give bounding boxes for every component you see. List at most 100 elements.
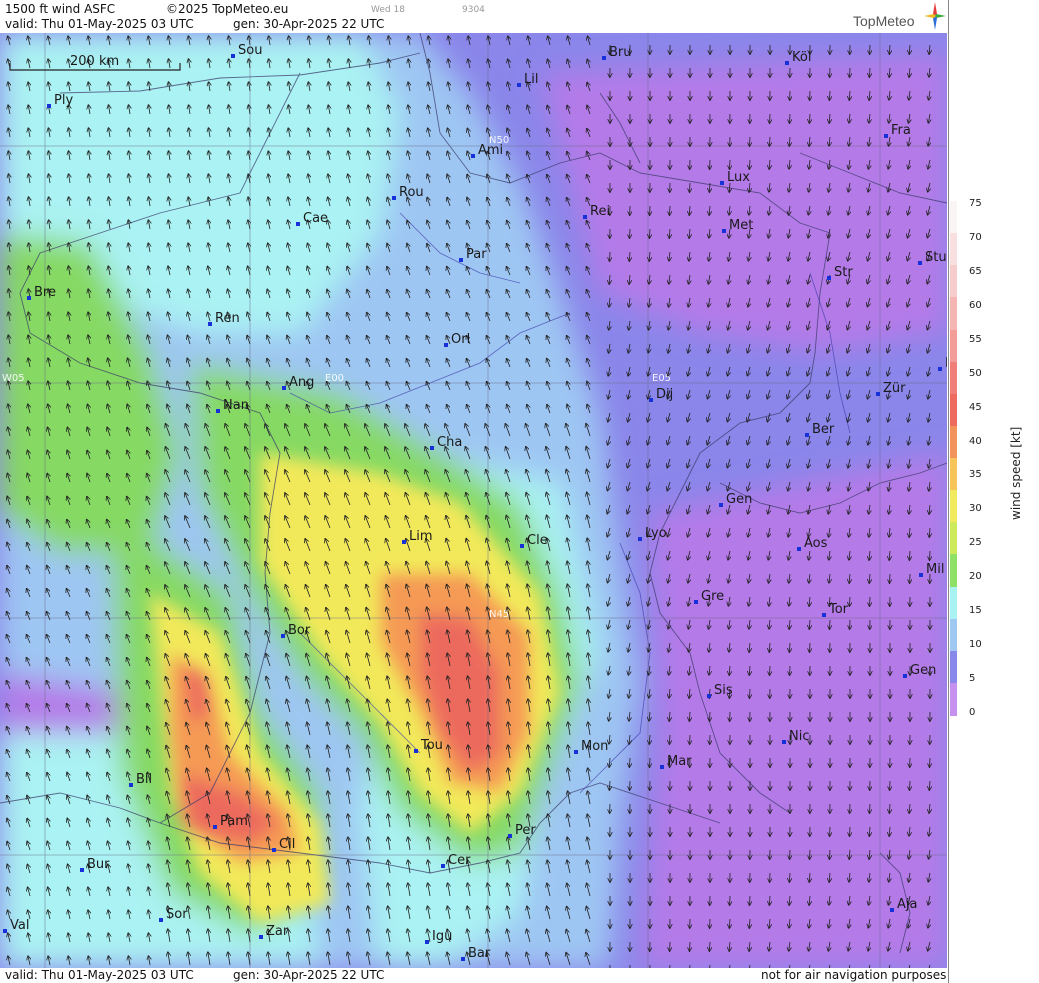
city-label: Tou	[420, 738, 443, 753]
city-label: Orl	[451, 332, 470, 347]
city-label: Pam	[220, 814, 248, 829]
city-label: Mil	[926, 562, 944, 577]
legend-tick-label: 35	[969, 469, 982, 481]
city-marker	[720, 181, 724, 185]
legend-swatch	[950, 201, 957, 234]
city-label: Ber	[812, 422, 835, 437]
legend-tick-label: 75	[969, 198, 982, 209]
legend-swatch	[950, 554, 957, 587]
city-label: Mon	[581, 739, 608, 754]
city-marker	[638, 537, 642, 541]
city-label: Bor	[288, 623, 311, 638]
city-label: Mar	[667, 754, 692, 769]
wind-arrow	[750, 136, 751, 146]
city-marker	[890, 908, 894, 912]
city-marker	[938, 367, 942, 371]
city-marker	[797, 547, 801, 551]
legend-color-bar	[950, 201, 957, 716]
city-marker	[508, 834, 512, 838]
city-marker	[47, 104, 51, 108]
legend-swatch	[950, 425, 957, 459]
wind-arrow	[810, 642, 811, 652]
wind-arrow	[930, 550, 931, 560]
legend-tick-label: 15	[969, 605, 982, 617]
city-label: Gen	[726, 492, 752, 507]
city-marker	[649, 398, 653, 402]
city-marker	[785, 61, 789, 65]
legend-tick-label: 40	[969, 435, 982, 447]
city-label: Fra	[891, 123, 911, 138]
legend-tick-label: 0	[969, 707, 976, 718]
city-label: Cer	[448, 853, 471, 868]
city-marker	[782, 740, 786, 744]
city-marker	[282, 386, 286, 390]
city-marker	[3, 929, 7, 933]
legend-swatch	[950, 265, 957, 298]
grid-label-n45: N45	[489, 609, 509, 620]
legend-tick-label: 60	[969, 299, 982, 311]
city-marker	[281, 634, 285, 638]
city-label: Köl	[792, 50, 811, 65]
legend-swatch	[950, 297, 957, 330]
city-marker	[80, 868, 84, 872]
city-marker	[602, 56, 606, 60]
disclaimer-text: not for air navigation purposes	[761, 968, 947, 982]
city-label: Ply	[54, 93, 73, 108]
wind-arrow	[690, 182, 691, 192]
wind-arrow	[850, 67, 851, 77]
city-label: Lyo	[645, 526, 667, 541]
legend-swatch	[950, 490, 957, 523]
city-label: Ren	[215, 311, 240, 326]
wind-arrow	[750, 688, 751, 698]
legend-tick-label: 30	[969, 503, 982, 515]
city-label: Bil	[136, 772, 152, 787]
legend-swatch	[950, 586, 957, 620]
legend-swatch	[950, 618, 957, 652]
wind-arrow	[650, 757, 651, 767]
city-marker	[430, 446, 434, 450]
legend-tick-label: 45	[969, 401, 982, 413]
city-marker	[296, 222, 300, 226]
legend-title: wind speed [kt]	[1009, 426, 1023, 520]
wind-arrow	[810, 849, 811, 859]
city-label: Ang	[289, 375, 314, 390]
city-marker	[520, 544, 524, 548]
city-label: Cae	[303, 211, 328, 226]
city-marker	[461, 957, 465, 961]
wind-map[interactable]: N50 N45 W05 E00 E05 200 km SouPlyLilBru K…	[0, 33, 947, 968]
city-label: F	[945, 356, 947, 371]
city-marker	[822, 613, 826, 617]
city-marker	[129, 783, 133, 787]
wind-speed-field	[0, 33, 947, 968]
footer-valid-time: valid: Thu 01-May-2025 03 UTC	[5, 968, 194, 982]
city-marker	[414, 749, 418, 753]
wind-arrow	[850, 826, 851, 836]
city-label: Met	[729, 218, 753, 233]
city-label: Aos	[804, 536, 828, 551]
wind-arrow	[890, 573, 891, 583]
city-marker	[27, 296, 31, 300]
city-label: Gre	[701, 589, 724, 604]
city-label: Nic	[789, 729, 809, 744]
legend-tick-label: 70	[969, 231, 982, 243]
city-label: Rei	[590, 204, 610, 219]
legend-swatch	[950, 361, 957, 395]
legend-tick-label: 50	[969, 367, 982, 379]
city-marker	[517, 83, 521, 87]
city-label: Bru	[609, 45, 632, 60]
city-label: Val	[10, 918, 29, 933]
city-marker	[425, 940, 429, 944]
city-marker	[903, 674, 907, 678]
city-marker	[805, 433, 809, 437]
map-footer: valid: Thu 01-May-2025 03 UTC gen: 30-Ap…	[0, 968, 948, 983]
city-marker	[707, 694, 711, 698]
wind-arrow	[930, 757, 931, 767]
city-marker	[402, 540, 406, 544]
city-label: Cha	[437, 435, 462, 450]
legend-tick-label: 55	[969, 333, 982, 345]
wind-arrow	[910, 780, 911, 790]
city-label: Gen	[910, 663, 936, 678]
city-label: Par	[466, 247, 487, 262]
legend-tick-label: 20	[969, 571, 982, 583]
wind-arrow	[870, 596, 871, 606]
